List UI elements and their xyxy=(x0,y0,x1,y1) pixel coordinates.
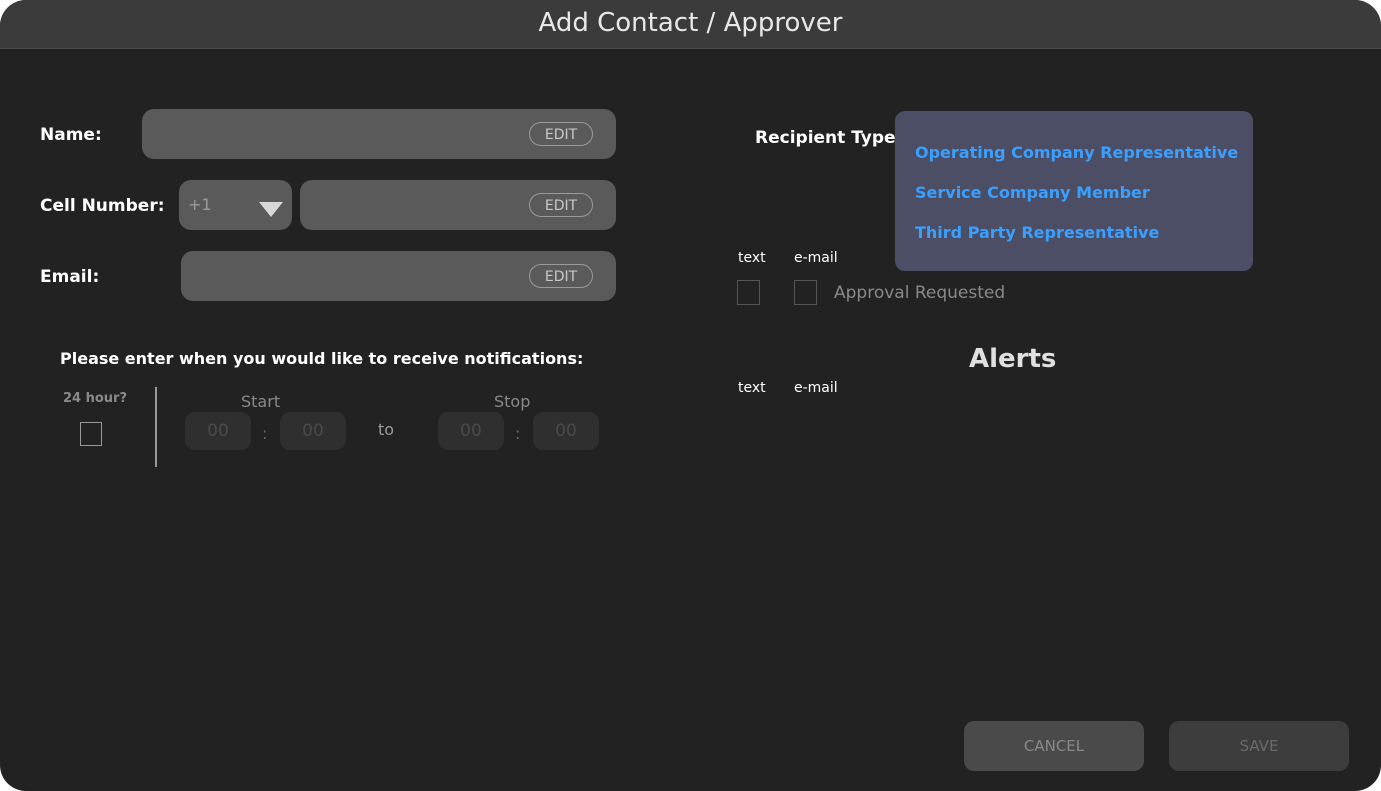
start-hour-input[interactable]: 00 xyxy=(185,412,251,450)
notifications-prompt: Please enter when you would like to rece… xyxy=(60,349,584,368)
cell-number-label: Cell Number: xyxy=(40,196,165,216)
name-label: Name: xyxy=(40,125,102,145)
stop-minute-input[interactable]: 00 xyxy=(533,412,599,450)
stop-hour-input[interactable]: 00 xyxy=(438,412,504,450)
recipient-type-dropdown: Operating Company Representative Service… xyxy=(895,111,1253,271)
email-label: Email: xyxy=(40,267,100,287)
cell-number-edit-button[interactable]: EDIT xyxy=(529,193,593,217)
stop-colon: : xyxy=(515,424,521,443)
country-code-value: +1 xyxy=(188,195,212,214)
add-contact-dialog: Add Contact / Approver Name: EDIT Cell N… xyxy=(0,0,1381,791)
email-field[interactable]: EDIT xyxy=(181,251,616,301)
approval-email-checkbox[interactable] xyxy=(794,280,817,305)
triangle-down-icon xyxy=(259,202,283,217)
start-minute-input[interactable]: 00 xyxy=(280,412,346,450)
alerts-email-header: e-mail xyxy=(794,380,838,396)
option-service-company[interactable]: Service Company Member xyxy=(915,183,1150,202)
hour24-checkbox[interactable] xyxy=(80,422,102,446)
stop-label: Stop xyxy=(494,392,531,411)
approval-requested-label: Approval Requested xyxy=(834,283,1006,303)
approval-text-checkbox[interactable] xyxy=(737,280,760,305)
option-operating-company[interactable]: Operating Company Representative xyxy=(915,143,1238,162)
alerts-title: Alerts xyxy=(969,344,1057,374)
recipient-email-header: e-mail xyxy=(794,250,838,266)
name-field[interactable]: EDIT xyxy=(142,109,616,159)
start-label: Start xyxy=(241,392,281,411)
start-colon: : xyxy=(262,424,268,443)
cell-number-field[interactable]: EDIT xyxy=(300,180,616,230)
save-button[interactable]: SAVE xyxy=(1169,721,1349,771)
hour24-label: 24 hour? xyxy=(63,391,128,406)
to-label: to xyxy=(378,420,395,439)
option-third-party[interactable]: Third Party Representative xyxy=(915,223,1159,242)
alerts-text-header: text xyxy=(738,380,766,396)
dialog-title: Add Contact / Approver xyxy=(538,8,843,38)
recipient-type-label: Recipient Type: xyxy=(755,128,903,148)
recipient-text-header: text xyxy=(738,250,766,266)
divider xyxy=(155,387,157,467)
email-edit-button[interactable]: EDIT xyxy=(529,264,593,288)
title-bar: Add Contact / Approver xyxy=(0,0,1381,49)
name-edit-button[interactable]: EDIT xyxy=(529,122,593,146)
country-code-select[interactable]: +1 xyxy=(179,180,292,230)
cancel-button[interactable]: CANCEL xyxy=(964,721,1144,771)
